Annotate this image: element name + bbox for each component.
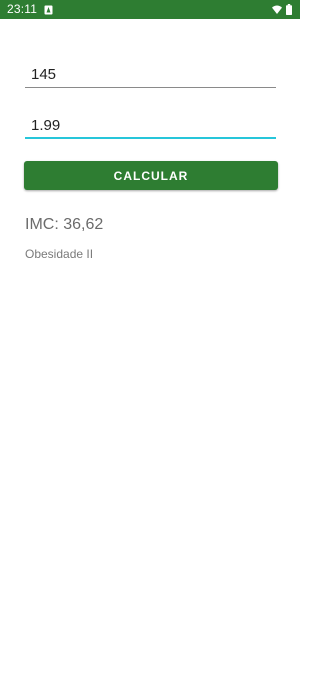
weight-field bbox=[25, 58, 276, 88]
height-input[interactable] bbox=[25, 109, 276, 137]
notification-icon bbox=[44, 5, 53, 14]
status-time: 23:11 bbox=[7, 2, 38, 16]
calculate-button[interactable]: CALCULAR bbox=[24, 161, 278, 190]
imc-result-text: IMC: 36,62 bbox=[25, 216, 104, 233]
imc-classification-text: Obesidade II bbox=[25, 247, 94, 261]
height-field bbox=[25, 109, 276, 139]
wifi-icon bbox=[272, 5, 282, 14]
battery-icon bbox=[286, 4, 292, 15]
status-bar-left: 23:11 bbox=[7, 0, 53, 19]
weight-input[interactable] bbox=[25, 58, 276, 87]
status-bar: 23:11 bbox=[0, 0, 300, 19]
app-screen: 23:11 CALCULAR IMC: 36,62 Obesidade II bbox=[0, 0, 300, 675]
status-bar-right bbox=[272, 4, 292, 15]
